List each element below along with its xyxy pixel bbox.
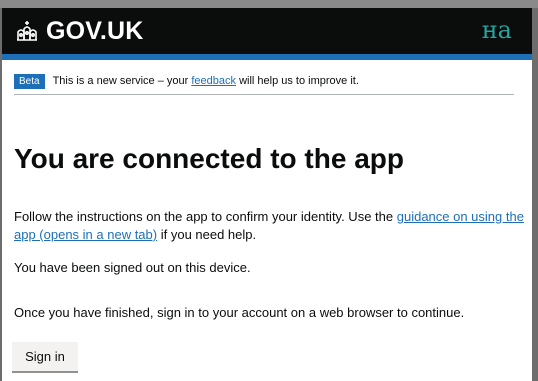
language-toggle[interactable]: на [482, 16, 512, 44]
continue-paragraph: Once you have finished, sign in to your … [14, 305, 465, 320]
signed-out-paragraph: You have been signed out on this device. [14, 260, 251, 275]
phase-text-before: This is a new service – your [52, 75, 192, 87]
sign-in-button[interactable]: Sign in [12, 342, 78, 371]
phase-banner-text: This is a new service – your feedback wi… [53, 75, 359, 87]
crown-icon [17, 20, 37, 41]
site-header: GOV.UK на [2, 8, 532, 56]
instructions-paragraph: Follow the instructions on the app to co… [14, 208, 529, 244]
phase-banner: Beta This is a new service – your feedba… [14, 68, 514, 95]
page-title: You are connected to the app [14, 143, 404, 174]
govuk-logo-link[interactable]: GOV.UK [14, 17, 144, 46]
main-page: Beta This is a new service – your feedba… [2, 60, 532, 381]
instructions-text-after: if you need help. [157, 227, 257, 242]
phase-text-after: will help us to improve it. [236, 75, 359, 87]
beta-tag: Beta [14, 73, 45, 89]
feedback-link[interactable]: feedback [191, 75, 236, 87]
screenshot-frame: GOV.UK на Beta This is a new service – y… [0, 0, 538, 381]
govuk-logo-text: GOV.UK [46, 17, 144, 45]
instructions-text-before: Follow the instructions on the app to co… [14, 209, 397, 224]
top-border [0, 0, 538, 8]
